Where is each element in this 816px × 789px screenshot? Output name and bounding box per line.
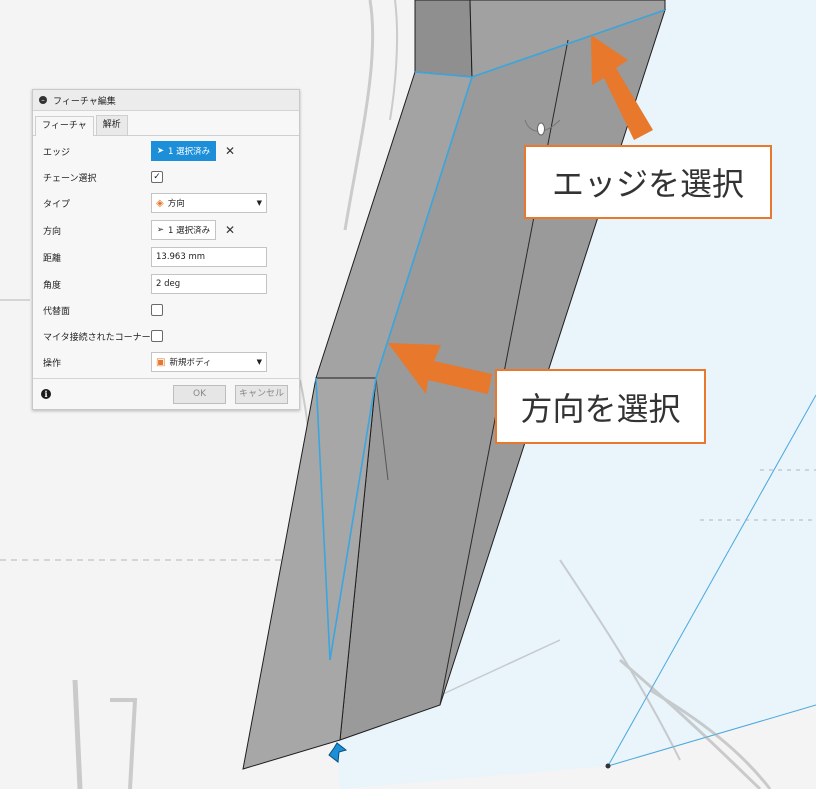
- operation-row: 操作 ▣ 新規ボディ ▼: [43, 350, 289, 374]
- direction-callout-text: 方向を選択: [520, 389, 681, 428]
- tab-analysis[interactable]: 解析: [95, 115, 128, 135]
- direction-type-icon: ◈: [156, 197, 164, 209]
- direction-callout: 方向を選択: [495, 369, 706, 444]
- edge-select-button[interactable]: ➤ 1 選択済み: [151, 141, 216, 161]
- direction-row: 方向 ➢ 1 選択済み ✕: [43, 218, 289, 242]
- miter-row: マイタ接続されたコーナー: [43, 324, 289, 348]
- dialog-header: – フィーチャ編集: [33, 90, 299, 111]
- new-body-icon: ▣: [156, 356, 166, 368]
- edge-row: エッジ ➤ 1 選択済み ✕: [43, 139, 289, 163]
- cursor-icon: ➢: [156, 225, 164, 235]
- angle-input[interactable]: [151, 274, 267, 294]
- tab-feature[interactable]: フィーチャ: [35, 116, 94, 136]
- operation-label: 操作: [43, 358, 62, 369]
- alt-face-label: 代替面: [43, 306, 71, 317]
- distance-row: 距離: [43, 245, 289, 269]
- dialog-tabs: フィーチャ 解析: [33, 111, 299, 136]
- ok-button[interactable]: OK: [173, 384, 226, 404]
- chain-label: チェーン選択: [43, 173, 97, 184]
- direction-clear-icon[interactable]: ✕: [225, 223, 235, 237]
- edge-clear-icon[interactable]: ✕: [225, 144, 235, 158]
- distance-label: 距離: [43, 253, 62, 264]
- chain-checkbox[interactable]: ✓: [151, 171, 163, 183]
- direction-label: 方向: [43, 226, 62, 237]
- feature-edit-dialog: – フィーチャ編集 フィーチャ 解析 エッジ ➤ 1 選択済み ✕ チェーン選択…: [32, 89, 300, 410]
- type-dropdown-text: 方向: [167, 199, 185, 209]
- distance-input[interactable]: [151, 247, 267, 267]
- operation-dropdown[interactable]: ▣ 新規ボディ ▼: [151, 352, 267, 372]
- collapse-icon[interactable]: –: [39, 96, 47, 104]
- direction-select-button[interactable]: ➢ 1 選択済み: [151, 220, 216, 240]
- angle-label: 角度: [43, 280, 62, 291]
- cancel-button[interactable]: キャンセル: [235, 384, 288, 404]
- direction-select-text: 1 選択済み: [168, 226, 211, 236]
- miter-checkbox[interactable]: [151, 330, 163, 342]
- type-row: タイプ ◈ 方向 ▼: [43, 191, 289, 215]
- type-dropdown[interactable]: ◈ 方向 ▼: [151, 193, 267, 213]
- dialog-footer: i OK キャンセル: [33, 378, 299, 409]
- edge-label: エッジ: [43, 147, 71, 158]
- alt-face-row: 代替面: [43, 298, 289, 322]
- type-label: タイプ: [43, 199, 71, 210]
- info-icon[interactable]: i: [41, 389, 51, 399]
- edge-callout-text: エッジを選択: [551, 165, 744, 203]
- chevron-down-icon: ▼: [256, 199, 262, 207]
- cursor-icon: ➤: [156, 146, 164, 156]
- angle-manipulator[interactable]: [537, 122, 545, 136]
- angle-row: 角度: [43, 272, 289, 296]
- chain-row: チェーン選択 ✓: [43, 165, 289, 189]
- miter-label: マイタ接続されたコーナー: [43, 332, 151, 343]
- edge-select-text: 1 選択済み: [168, 147, 211, 157]
- operation-dropdown-text: 新規ボディ: [169, 358, 212, 368]
- dialog-title: フィーチャ編集: [53, 96, 116, 107]
- edge-callout: エッジを選択: [524, 145, 772, 219]
- chevron-down-icon: ▼: [256, 358, 262, 366]
- alt-face-checkbox[interactable]: [151, 304, 163, 316]
